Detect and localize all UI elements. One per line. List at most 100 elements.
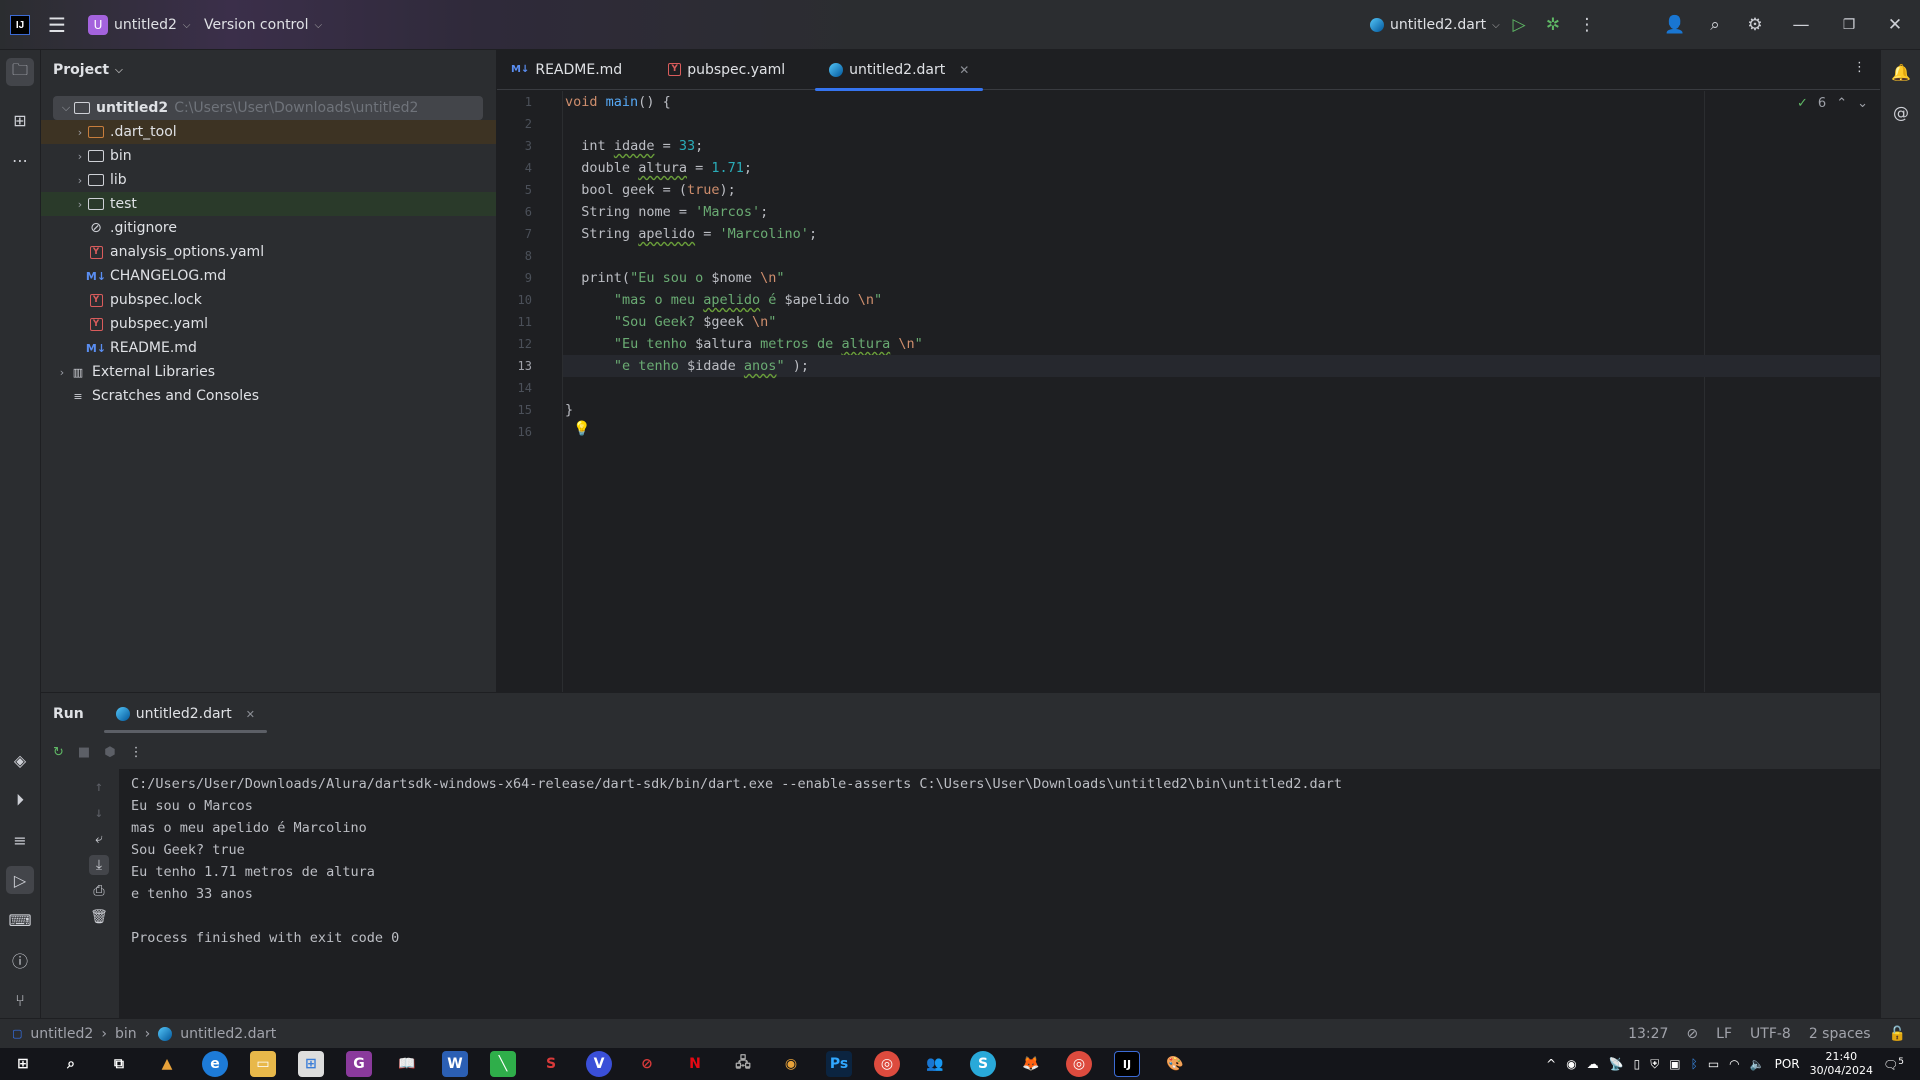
app-icon-people[interactable]: 👥: [922, 1051, 948, 1077]
app-icon-network[interactable]: 🖧: [730, 1051, 756, 1077]
rerun-icon[interactable]: ↻: [53, 745, 64, 760]
language-indicator[interactable]: POR: [1775, 1057, 1800, 1071]
tray-app-icon[interactable]: ◉: [1566, 1057, 1576, 1071]
code-line[interactable]: [563, 421, 1880, 443]
tab-options-icon[interactable]: ⋮: [1853, 60, 1866, 75]
bluetooth-icon[interactable]: ᛒ: [1691, 1057, 1698, 1071]
add-user-icon[interactable]: 👤: [1664, 14, 1686, 36]
close-icon[interactable]: ✕: [1884, 14, 1906, 36]
intellij-icon[interactable]: IJ: [1114, 1051, 1140, 1077]
run-icon[interactable]: ▷: [1508, 14, 1530, 36]
project-switcher[interactable]: U untitled2 ⌵: [88, 0, 191, 50]
lightbulb-icon[interactable]: 💡: [573, 421, 590, 437]
battery-icon[interactable]: ▭: [1708, 1057, 1719, 1071]
netflix-icon[interactable]: N: [682, 1051, 708, 1077]
more-tools-icon[interactable]: ⋯: [6, 146, 34, 174]
code-line[interactable]: }: [563, 399, 1880, 421]
tree-item[interactable]: Y pubspec.yaml: [41, 312, 496, 336]
code-editor[interactable]: void main() { int idade = 33; double alt…: [563, 91, 1880, 692]
code-line[interactable]: void main() {: [563, 91, 1880, 113]
tab-readme[interactable]: M↓ README.md: [497, 50, 636, 90]
reader-icon[interactable]: 📖: [394, 1051, 420, 1077]
project-panel-header[interactable]: Project ⌵: [41, 50, 496, 90]
lock-icon[interactable]: 🔓: [1889, 1026, 1906, 1042]
wifi-icon[interactable]: ◠: [1729, 1057, 1739, 1071]
code-line[interactable]: bool geek = (true);: [563, 179, 1880, 201]
code-line[interactable]: int idade = 33;: [563, 135, 1880, 157]
version-control-menu[interactable]: Version control ⌵: [204, 0, 322, 50]
close-tab-icon[interactable]: ✕: [959, 63, 969, 77]
photoshop-icon[interactable]: Ps: [826, 1051, 852, 1077]
no-ai-icon[interactable]: ⊘: [1686, 1026, 1698, 1042]
satellite-icon[interactable]: 📡: [1609, 1057, 1624, 1071]
minimize-icon[interactable]: —: [1790, 14, 1812, 36]
debug-attach-icon[interactable]: ⬢: [104, 745, 115, 760]
scroll-up-icon[interactable]: ↑: [89, 777, 109, 797]
code-line[interactable]: [563, 245, 1880, 267]
code-line[interactable]: String apelido = 'Marcolino';: [563, 223, 1880, 245]
edge-icon[interactable]: e: [202, 1051, 228, 1077]
code-line[interactable]: print("Eu sou o $nome \n": [563, 267, 1880, 289]
restore-icon[interactable]: ❐: [1838, 14, 1860, 36]
app-icon-s-blue[interactable]: S: [970, 1051, 996, 1077]
todo-icon[interactable]: ≡: [6, 826, 34, 854]
word-icon[interactable]: W: [442, 1051, 468, 1077]
tree-item[interactable]: › test: [41, 192, 496, 216]
debug-icon[interactable]: ✲: [1542, 14, 1564, 36]
notifications-icon[interactable]: 🔔: [1887, 58, 1915, 86]
soft-wrap-icon[interactable]: ⤶: [89, 829, 109, 849]
hamburger-menu-icon[interactable]: ☰: [48, 0, 66, 50]
show-hidden-icons[interactable]: ^: [1546, 1057, 1556, 1071]
chrome-canary-icon[interactable]: ◎: [1066, 1051, 1092, 1077]
tab-pubspec[interactable]: Y pubspec.yaml: [654, 50, 799, 90]
services-icon[interactable]: ⏵: [6, 786, 34, 814]
code-line[interactable]: "mas o meu apelido é $apelido \n": [563, 289, 1880, 311]
app-icon-block[interactable]: ⊘: [634, 1051, 660, 1077]
task-view-icon[interactable]: ⧉: [106, 1051, 132, 1077]
onedrive-icon[interactable]: ☁: [1587, 1057, 1599, 1071]
app-icon-vlc[interactable]: ▲: [154, 1051, 180, 1077]
console-output[interactable]: ↑ ↓ ⤶ ⤓ ⎙ 🗑 C:/Users/User/Downloads/Alur…: [79, 769, 1880, 1019]
dart-analysis-icon[interactable]: ◈: [6, 746, 34, 774]
ai-assistant-icon[interactable]: @: [1887, 98, 1915, 126]
tree-item[interactable]: M↓ README.md: [41, 336, 496, 360]
code-line[interactable]: "e tenho $idade anos" );: [563, 355, 1880, 377]
tree-root[interactable]: ⌵ untitled2 C:\Users\User\Downloads\unti…: [53, 96, 483, 120]
tab-untitled2-dart[interactable]: untitled2.dart ✕: [815, 50, 984, 91]
app-logo[interactable]: IJ: [10, 0, 30, 50]
breadcrumb-item[interactable]: untitled2: [30, 1026, 93, 1042]
code-line[interactable]: double altura = 1.71;: [563, 157, 1880, 179]
app-icon-orange[interactable]: ◉: [778, 1051, 804, 1077]
problems-icon[interactable]: ⓘ: [6, 946, 34, 974]
search-icon[interactable]: ⌕: [58, 1051, 84, 1077]
tree-item[interactable]: M↓ CHANGELOG.md: [41, 264, 496, 288]
scroll-to-end-icon[interactable]: ⤓: [89, 855, 109, 875]
app-icon-paint[interactable]: 🎨: [1162, 1051, 1188, 1077]
usb-icon[interactable]: ▯: [1634, 1057, 1641, 1071]
display-icon[interactable]: ▣: [1669, 1057, 1680, 1071]
clear-all-icon[interactable]: 🗑: [89, 907, 109, 927]
run-config-selector[interactable]: untitled2.dart ⌵: [1370, 0, 1500, 50]
tree-item[interactable]: › bin: [41, 144, 496, 168]
print-icon[interactable]: ⎙: [89, 881, 109, 901]
git-icon[interactable]: ⑂: [6, 986, 34, 1014]
tree-item[interactable]: › lib: [41, 168, 496, 192]
more-icon[interactable]: ⋮: [1576, 14, 1598, 36]
action-center-icon[interactable]: 🗨5: [1883, 1057, 1904, 1072]
clock[interactable]: 21:40 30/04/2024: [1810, 1050, 1873, 1078]
breadcrumb-item[interactable]: bin: [115, 1026, 137, 1042]
security-warning-icon[interactable]: ⛨: [1650, 1057, 1659, 1072]
app-icon-v[interactable]: V: [586, 1051, 612, 1077]
settings-icon[interactable]: ⚙: [1744, 14, 1766, 36]
windows-start-icon[interactable]: ⊞: [10, 1051, 36, 1077]
more-icon[interactable]: ⋮: [130, 745, 143, 760]
scroll-down-icon[interactable]: ↓: [89, 803, 109, 823]
line-ending[interactable]: LF: [1716, 1026, 1732, 1042]
tree-item[interactable]: ⊘ .gitignore: [41, 216, 496, 240]
volume-icon[interactable]: 🔈: [1750, 1057, 1765, 1071]
pdf-app-icon[interactable]: G: [346, 1051, 372, 1077]
code-line[interactable]: String nome = 'Marcos';: [563, 201, 1880, 223]
tree-item[interactable]: Y pubspec.lock: [41, 288, 496, 312]
scratches-and-consoles[interactable]: ≡ Scratches and Consoles: [41, 384, 496, 408]
code-line[interactable]: "Sou Geek? $geek \n": [563, 311, 1880, 333]
